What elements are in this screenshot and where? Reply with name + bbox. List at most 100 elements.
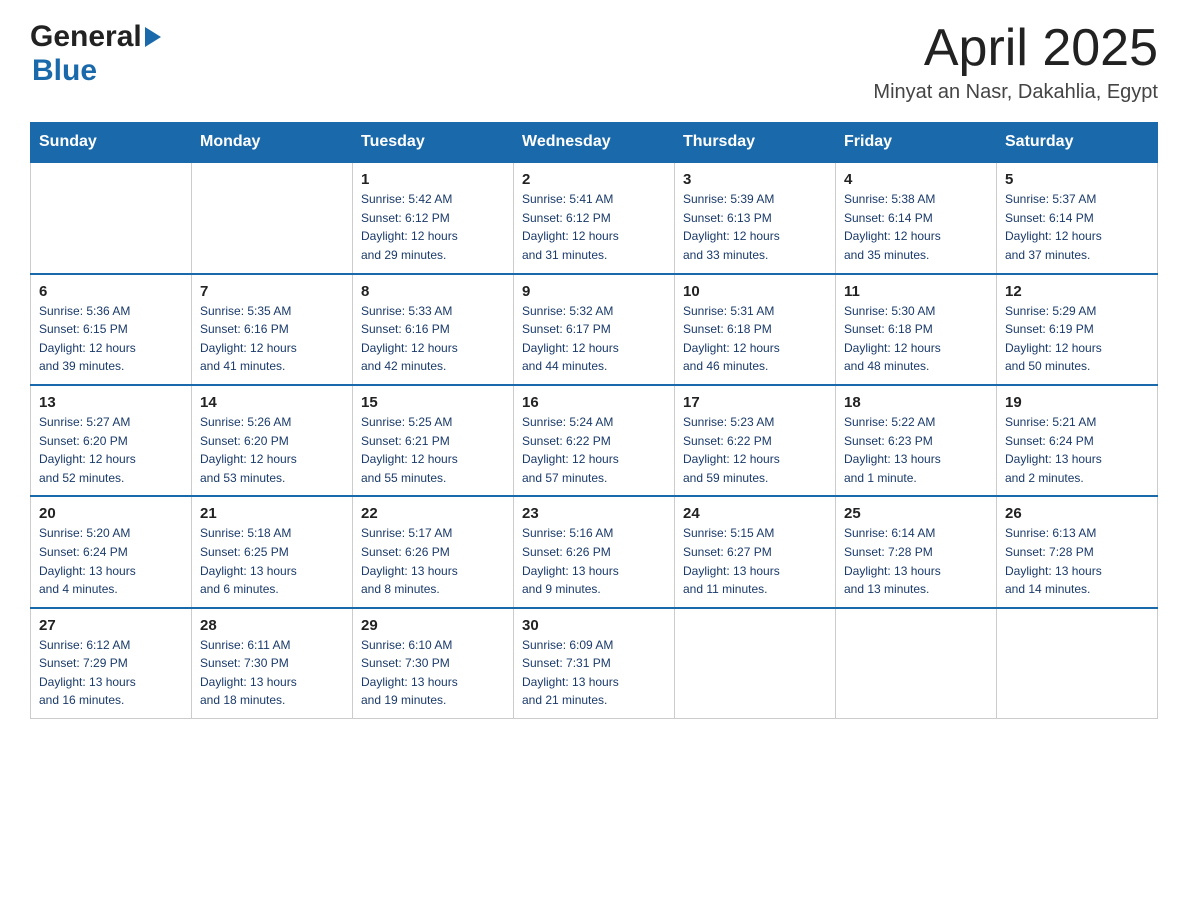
day-number: 11 xyxy=(844,283,988,300)
logo-general-text: General xyxy=(30,20,142,54)
day-info: Sunrise: 6:11 AM Sunset: 7:30 PM Dayligh… xyxy=(200,636,344,710)
calendar-cell xyxy=(997,608,1158,719)
weekday-header-tuesday: Tuesday xyxy=(353,123,514,163)
calendar-cell: 10Sunrise: 5:31 AM Sunset: 6:18 PM Dayli… xyxy=(675,274,836,385)
day-number: 24 xyxy=(683,505,827,522)
title-area: April 2025 Minyat an Nasr, Dakahlia, Egy… xyxy=(873,20,1158,104)
day-number: 14 xyxy=(200,394,344,411)
day-number: 19 xyxy=(1005,394,1149,411)
day-number: 10 xyxy=(683,283,827,300)
calendar-cell: 27Sunrise: 6:12 AM Sunset: 7:29 PM Dayli… xyxy=(31,608,192,719)
day-number: 4 xyxy=(844,171,988,188)
day-info: Sunrise: 5:39 AM Sunset: 6:13 PM Dayligh… xyxy=(683,190,827,264)
weekday-header-friday: Friday xyxy=(836,123,997,163)
day-info: Sunrise: 5:23 AM Sunset: 6:22 PM Dayligh… xyxy=(683,413,827,487)
calendar-week-row: 13Sunrise: 5:27 AM Sunset: 6:20 PM Dayli… xyxy=(31,385,1158,496)
page-header: General Blue April 2025 Minyat an Nasr, … xyxy=(30,20,1158,104)
calendar-cell: 21 Sunrise: 5:18 AM Sunset: 6:25 PM Dayli… xyxy=(192,496,353,607)
calendar-cell: 18 Sunrise: 5:22 AM Sunset: 6:23 PM Dayli… xyxy=(836,385,997,496)
day-number: 3 xyxy=(683,171,827,188)
calendar-cell: 7 Sunrise: 5:35 AM Sunset: 6:16 PM Daylig… xyxy=(192,274,353,385)
day-info: Sunrise: 5:24 AM Sunset: 6:22 PM Dayligh… xyxy=(522,413,666,487)
calendar-cell: 13Sunrise: 5:27 AM Sunset: 6:20 PM Dayli… xyxy=(31,385,192,496)
logo-triangle-icon xyxy=(145,27,161,47)
day-number: 7 xyxy=(200,283,344,300)
calendar-cell: 4Sunrise: 5:38 AM Sunset: 6:14 PM Daylig… xyxy=(836,162,997,273)
logo-blue-text: Blue xyxy=(32,54,163,88)
day-info: Sunrise: 5:36 AM Sunset: 6:15 PM Dayligh… xyxy=(39,302,183,376)
day-number: 6 xyxy=(39,283,183,300)
day-number: 18 xyxy=(844,394,988,411)
calendar-week-row: 27Sunrise: 6:12 AM Sunset: 7:29 PM Dayli… xyxy=(31,608,1158,719)
day-number: 1 xyxy=(361,171,505,188)
day-info: Sunrise: 5:33 AM Sunset: 6:16 PM Dayligh… xyxy=(361,302,505,376)
calendar-cell xyxy=(675,608,836,719)
logo: General Blue xyxy=(30,20,163,88)
calendar-week-row: 6 Sunrise: 5:36 AM Sunset: 6:15 PM Daylig… xyxy=(31,274,1158,385)
calendar-cell: 16 Sunrise: 5:24 AM Sunset: 6:22 PM Dayli… xyxy=(514,385,675,496)
calendar-cell: 9 Sunrise: 5:32 AM Sunset: 6:17 PM Daylig… xyxy=(514,274,675,385)
day-info: Sunrise: 5:18 AM Sunset: 6:25 PM Dayligh… xyxy=(200,524,344,598)
day-number: 16 xyxy=(522,394,666,411)
day-number: 15 xyxy=(361,394,505,411)
calendar-cell: 22 Sunrise: 5:17 AM Sunset: 6:26 PM Dayli… xyxy=(353,496,514,607)
calendar-cell: 20 Sunrise: 5:20 AM Sunset: 6:24 PM Dayli… xyxy=(31,496,192,607)
day-number: 8 xyxy=(361,283,505,300)
day-info: Sunrise: 5:15 AM Sunset: 6:27 PM Dayligh… xyxy=(683,524,827,598)
day-info: Sunrise: 5:37 AM Sunset: 6:14 PM Dayligh… xyxy=(1005,190,1149,264)
calendar-cell: 26 Sunrise: 6:13 AM Sunset: 7:28 PM Dayli… xyxy=(997,496,1158,607)
calendar-cell: 6 Sunrise: 5:36 AM Sunset: 6:15 PM Daylig… xyxy=(31,274,192,385)
calendar-cell: 30Sunrise: 6:09 AM Sunset: 7:31 PM Dayli… xyxy=(514,608,675,719)
day-number: 13 xyxy=(39,394,183,411)
calendar-cell: 15 Sunrise: 5:25 AM Sunset: 6:21 PM Dayli… xyxy=(353,385,514,496)
day-info: Sunrise: 5:20 AM Sunset: 6:24 PM Dayligh… xyxy=(39,524,183,598)
calendar-table: SundayMondayTuesdayWednesdayThursdayFrid… xyxy=(30,122,1158,719)
day-info: Sunrise: 5:21 AM Sunset: 6:24 PM Dayligh… xyxy=(1005,413,1149,487)
calendar-week-row: 20 Sunrise: 5:20 AM Sunset: 6:24 PM Dayli… xyxy=(31,496,1158,607)
day-info: Sunrise: 5:17 AM Sunset: 6:26 PM Dayligh… xyxy=(361,524,505,598)
day-info: Sunrise: 6:13 AM Sunset: 7:28 PM Dayligh… xyxy=(1005,524,1149,598)
day-info: Sunrise: 6:10 AM Sunset: 7:30 PM Dayligh… xyxy=(361,636,505,710)
calendar-cell: 12 Sunrise: 5:29 AM Sunset: 6:19 PM Dayli… xyxy=(997,274,1158,385)
calendar-cell xyxy=(31,162,192,273)
logo-line1: General xyxy=(30,20,163,54)
calendar-cell: 29 Sunrise: 6:10 AM Sunset: 7:30 PM Dayli… xyxy=(353,608,514,719)
calendar-cell xyxy=(192,162,353,273)
calendar-cell: 23Sunrise: 5:16 AM Sunset: 6:26 PM Dayli… xyxy=(514,496,675,607)
calendar-cell: 8 Sunrise: 5:33 AM Sunset: 6:16 PM Daylig… xyxy=(353,274,514,385)
calendar-cell: 24 Sunrise: 5:15 AM Sunset: 6:27 PM Dayli… xyxy=(675,496,836,607)
day-info: Sunrise: 5:35 AM Sunset: 6:16 PM Dayligh… xyxy=(200,302,344,376)
day-info: Sunrise: 5:22 AM Sunset: 6:23 PM Dayligh… xyxy=(844,413,988,487)
calendar-cell: 28 Sunrise: 6:11 AM Sunset: 7:30 PM Dayli… xyxy=(192,608,353,719)
day-info: Sunrise: 5:30 AM Sunset: 6:18 PM Dayligh… xyxy=(844,302,988,376)
day-info: Sunrise: 5:16 AM Sunset: 6:26 PM Dayligh… xyxy=(522,524,666,598)
calendar-cell xyxy=(836,608,997,719)
weekday-header-monday: Monday xyxy=(192,123,353,163)
weekday-header-saturday: Saturday xyxy=(997,123,1158,163)
day-info: Sunrise: 5:32 AM Sunset: 6:17 PM Dayligh… xyxy=(522,302,666,376)
day-number: 20 xyxy=(39,505,183,522)
day-info: Sunrise: 6:09 AM Sunset: 7:31 PM Dayligh… xyxy=(522,636,666,710)
weekday-header-thursday: Thursday xyxy=(675,123,836,163)
day-number: 9 xyxy=(522,283,666,300)
calendar-cell: 1Sunrise: 5:42 AM Sunset: 6:12 PM Daylig… xyxy=(353,162,514,273)
day-number: 29 xyxy=(361,617,505,634)
day-number: 26 xyxy=(1005,505,1149,522)
day-info: Sunrise: 6:14 AM Sunset: 7:28 PM Dayligh… xyxy=(844,524,988,598)
day-number: 27 xyxy=(39,617,183,634)
calendar-cell: 25Sunrise: 6:14 AM Sunset: 7:28 PM Dayli… xyxy=(836,496,997,607)
day-number: 2 xyxy=(522,171,666,188)
calendar-cell: 17 Sunrise: 5:23 AM Sunset: 6:22 PM Dayli… xyxy=(675,385,836,496)
weekday-header-wednesday: Wednesday xyxy=(514,123,675,163)
day-info: Sunrise: 5:29 AM Sunset: 6:19 PM Dayligh… xyxy=(1005,302,1149,376)
day-number: 22 xyxy=(361,505,505,522)
day-number: 21 xyxy=(200,505,344,522)
day-number: 17 xyxy=(683,394,827,411)
calendar-cell: 3 Sunrise: 5:39 AM Sunset: 6:13 PM Daylig… xyxy=(675,162,836,273)
calendar-cell: 11 Sunrise: 5:30 AM Sunset: 6:18 PM Dayli… xyxy=(836,274,997,385)
day-number: 12 xyxy=(1005,283,1149,300)
day-number: 28 xyxy=(200,617,344,634)
calendar-cell: 2Sunrise: 5:41 AM Sunset: 6:12 PM Daylig… xyxy=(514,162,675,273)
day-info: Sunrise: 5:25 AM Sunset: 6:21 PM Dayligh… xyxy=(361,413,505,487)
weekday-header-row: SundayMondayTuesdayWednesdayThursdayFrid… xyxy=(31,123,1158,163)
